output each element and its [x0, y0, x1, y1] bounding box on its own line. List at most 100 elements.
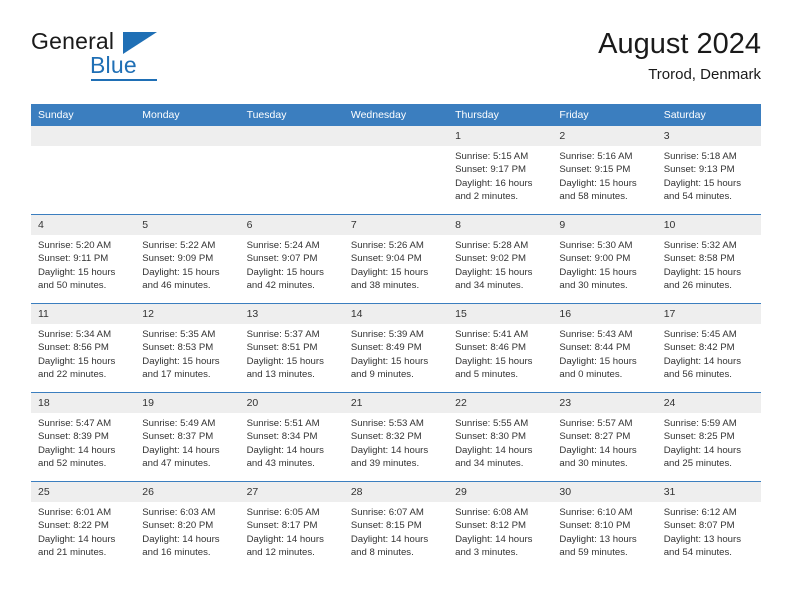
sunset-time: Sunset: 8:58 PM — [663, 253, 735, 265]
sunrise-time: Sunrise: 5:55 AM — [455, 418, 529, 429]
calendar-day-cell[interactable]: 16 Sunrise: 5:43 AM Sunset: 8:44 PM Dayligh… — [552, 303, 657, 393]
calendar-day-cell[interactable]: 28 Sunrise: 6:07 AM Sunset: 8:15 PM Dayligh… — [343, 481, 449, 570]
daylight-duration-line2: and 25 minutes. — [663, 458, 732, 470]
calendar-day-cell[interactable]: 6 Sunrise: 5:24 AM Sunset: 9:07 PM Daylight… — [239, 214, 344, 304]
calendar-day-cell[interactable]: 2 Sunrise: 5:16 AM Sunset: 9:15 PM Daylight… — [552, 126, 657, 215]
day-details: Sunrise: 5:16 AM Sunset: 9:15 PM Daylight:… — [552, 146, 656, 204]
daylight-duration-line1: Daylight: 14 hours — [455, 444, 533, 456]
calendar-week-row: 4 Sunrise: 5:20 AM Sunset: 9:11 PM Daylight… — [31, 214, 761, 304]
calendar-day-cell[interactable]: 22 Sunrise: 5:55 AM Sunset: 8:30 PM Dayligh… — [448, 392, 553, 482]
brand-logo[interactable]: General Blue — [31, 28, 261, 88]
weekday-header-thursday: Thursday — [448, 104, 553, 126]
calendar-day-cell[interactable]: 11 Sunrise: 5:34 AM Sunset: 8:56 PM Dayligh… — [31, 303, 136, 393]
day-details: Sunrise: 5:47 AM Sunset: 8:39 PM Daylight:… — [31, 413, 135, 471]
calendar-day-cell[interactable]: 18 Sunrise: 5:47 AM Sunset: 8:39 PM Dayligh… — [31, 392, 136, 482]
calendar-week-row: 11 Sunrise: 5:34 AM Sunset: 8:56 PM Dayligh… — [31, 303, 761, 393]
day-number: 1 — [448, 126, 553, 146]
day-number: 19 — [135, 393, 240, 413]
daylight-duration-line2: and 52 minutes. — [38, 458, 107, 470]
sunrise-time: Sunrise: 5:57 AM — [559, 418, 633, 429]
daylight-duration-line1: Daylight: 15 hours — [455, 355, 533, 367]
day-details: Sunrise: 5:18 AM Sunset: 9:13 PM Daylight:… — [657, 146, 761, 204]
daylight-duration-line2: and 54 minutes. — [663, 547, 732, 559]
calendar-day-cell[interactable]: 9 Sunrise: 5:30 AM Sunset: 9:00 PM Daylight… — [552, 214, 657, 304]
calendar-day-cell[interactable]: 1 Sunrise: 5:15 AM Sunset: 9:17 PM Daylight… — [448, 126, 553, 215]
calendar-day-cell[interactable]: 8 Sunrise: 5:28 AM Sunset: 9:02 PM Daylight… — [448, 214, 553, 304]
brand-name-general: General — [31, 28, 115, 54]
day-number — [31, 126, 136, 146]
day-number: 28 — [343, 482, 449, 502]
calendar-page: General Blue August 2024 Trorod, Denmark… — [0, 0, 792, 612]
sunset-time: Sunset: 8:07 PM — [663, 520, 735, 532]
title-block: August 2024 Trorod, Denmark — [598, 26, 761, 86]
sunrise-sunset-calendar: Sunday Monday Tuesday Wednesday Thursday… — [31, 104, 761, 570]
calendar-day-cell[interactable]: 4 Sunrise: 5:20 AM Sunset: 9:11 PM Daylight… — [31, 214, 136, 304]
sunrise-time: Sunrise: 5:22 AM — [142, 240, 216, 251]
sunrise-time: Sunrise: 6:08 AM — [455, 507, 529, 518]
daylight-duration-line1: Daylight: 14 hours — [38, 533, 116, 545]
sunrise-time: Sunrise: 6:07 AM — [350, 507, 424, 518]
calendar-day-cell[interactable]: 14 Sunrise: 5:39 AM Sunset: 8:49 PM Dayligh… — [343, 303, 449, 393]
daylight-duration-line2: and 3 minutes. — [455, 547, 519, 559]
calendar-day-cell[interactable]: 30 Sunrise: 6:10 AM Sunset: 8:10 PM Dayligh… — [552, 481, 657, 570]
calendar-day-cell-empty — [343, 126, 449, 215]
calendar-day-cell[interactable]: 19 Sunrise: 5:49 AM Sunset: 8:37 PM Dayligh… — [135, 392, 240, 482]
sunrise-time: Sunrise: 6:10 AM — [559, 507, 633, 518]
calendar-day-cell[interactable]: 25 Sunrise: 6:01 AM Sunset: 8:22 PM Dayligh… — [31, 481, 136, 570]
calendar-day-cell[interactable]: 23 Sunrise: 5:57 AM Sunset: 8:27 PM Dayligh… — [552, 392, 657, 482]
sunset-time: Sunset: 9:17 PM — [455, 164, 527, 176]
daylight-duration-line2: and 0 minutes. — [559, 369, 623, 381]
day-details: Sunrise: 6:08 AM Sunset: 8:12 PM Daylight:… — [448, 502, 552, 560]
calendar-day-cell[interactable]: 26 Sunrise: 6:03 AM Sunset: 8:20 PM Dayligh… — [135, 481, 240, 570]
sunset-time: Sunset: 8:37 PM — [142, 431, 214, 443]
daylight-duration-line1: Daylight: 16 hours — [455, 177, 533, 189]
day-details: Sunrise: 6:07 AM Sunset: 8:15 PM Daylight:… — [344, 502, 448, 560]
calendar-day-cell[interactable]: 21 Sunrise: 5:53 AM Sunset: 8:32 PM Dayligh… — [343, 392, 449, 482]
day-number: 2 — [552, 126, 657, 146]
calendar-day-cell[interactable]: 3 Sunrise: 5:18 AM Sunset: 9:13 PM Daylight… — [656, 126, 761, 215]
sunrise-time: Sunrise: 5:24 AM — [246, 240, 320, 251]
day-number: 5 — [135, 215, 240, 235]
day-number: 17 — [656, 304, 761, 324]
calendar-day-cell[interactable]: 17 Sunrise: 5:45 AM Sunset: 8:42 PM Dayligh… — [656, 303, 761, 393]
calendar-day-cell[interactable]: 10 Sunrise: 5:32 AM Sunset: 8:58 PM Dayligh… — [656, 214, 761, 304]
daylight-duration-line1: Daylight: 15 hours — [350, 266, 429, 278]
sunset-time: Sunset: 8:34 PM — [246, 431, 318, 443]
daylight-duration-line1: Daylight: 14 hours — [142, 444, 220, 456]
daylight-duration-line1: Daylight: 15 hours — [142, 355, 220, 367]
calendar-day-cell[interactable]: 13 Sunrise: 5:37 AM Sunset: 8:51 PM Dayligh… — [239, 303, 344, 393]
day-details: Sunrise: 6:05 AM Sunset: 8:17 PM Daylight:… — [240, 502, 344, 560]
sunset-time: Sunset: 8:44 PM — [559, 342, 631, 354]
day-number: 26 — [135, 482, 240, 502]
sunset-time: Sunset: 8:53 PM — [142, 342, 214, 354]
sunrise-time: Sunrise: 5:18 AM — [663, 151, 737, 162]
day-details: Sunrise: 5:24 AM Sunset: 9:07 PM Daylight:… — [240, 235, 344, 293]
day-number: 14 — [343, 304, 449, 324]
daylight-duration-line2: and 34 minutes. — [455, 280, 524, 292]
calendar-day-cell[interactable]: 5 Sunrise: 5:22 AM Sunset: 9:09 PM Daylight… — [135, 214, 240, 304]
calendar-day-cell[interactable]: 31 Sunrise: 6:12 AM Sunset: 8:07 PM Dayligh… — [656, 481, 761, 570]
daylight-duration-line2: and 26 minutes. — [663, 280, 732, 292]
brand-underline — [91, 79, 157, 81]
sunrise-time: Sunrise: 5:47 AM — [38, 418, 112, 429]
page-subtitle: Trorod, Denmark — [648, 66, 761, 83]
sunset-time: Sunset: 9:13 PM — [663, 164, 735, 176]
sunrise-time: Sunrise: 5:28 AM — [455, 240, 529, 251]
day-number: 18 — [31, 393, 136, 413]
sunrise-time: Sunrise: 5:49 AM — [142, 418, 216, 429]
calendar-day-cell[interactable]: 20 Sunrise: 5:51 AM Sunset: 8:34 PM Dayligh… — [239, 392, 344, 482]
sunrise-time: Sunrise: 5:45 AM — [663, 329, 737, 340]
day-details: Sunrise: 5:57 AM Sunset: 8:27 PM Daylight:… — [552, 413, 656, 471]
calendar-day-cell[interactable]: 7 Sunrise: 5:26 AM Sunset: 9:04 PM Daylight… — [343, 214, 449, 304]
day-number: 15 — [448, 304, 553, 324]
day-details: Sunrise: 6:01 AM Sunset: 8:22 PM Daylight:… — [31, 502, 135, 560]
sunset-time: Sunset: 8:30 PM — [455, 431, 527, 443]
calendar-day-cell[interactable]: 15 Sunrise: 5:41 AM Sunset: 8:46 PM Dayligh… — [448, 303, 553, 393]
day-number: 13 — [239, 304, 344, 324]
calendar-day-cell[interactable]: 29 Sunrise: 6:08 AM Sunset: 8:12 PM Dayligh… — [448, 481, 553, 570]
day-number — [239, 126, 344, 146]
calendar-day-cell[interactable]: 12 Sunrise: 5:35 AM Sunset: 8:53 PM Dayligh… — [135, 303, 240, 393]
daylight-duration-line1: Daylight: 14 hours — [246, 533, 324, 545]
calendar-day-cell[interactable]: 24 Sunrise: 5:59 AM Sunset: 8:25 PM Dayligh… — [656, 392, 761, 482]
calendar-day-cell[interactable]: 27 Sunrise: 6:05 AM Sunset: 8:17 PM Dayligh… — [239, 481, 344, 570]
